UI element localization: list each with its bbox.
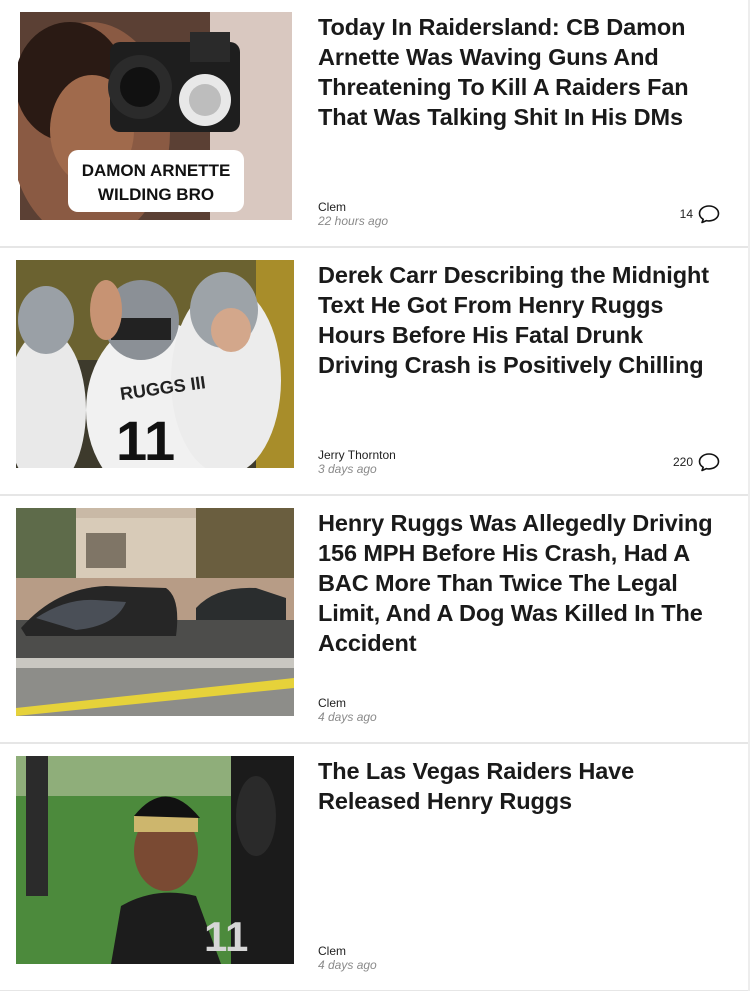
article-author[interactable]: Clem [318, 944, 377, 958]
thumb-caption-line2: WILDING BRO [98, 185, 214, 204]
article-headline[interactable]: The Las Vegas Raiders Have Released Henr… [318, 756, 728, 816]
article-thumbnail[interactable]: 11 [16, 756, 294, 964]
article-time: 22 hours ago [318, 214, 389, 228]
jersey-number: 11 [116, 409, 175, 468]
article-headline[interactable]: Derek Carr Describing the Midnight Text … [318, 260, 728, 380]
article-feed: DAMON ARNETTE WILDING BRO Today In Raide… [0, 0, 750, 991]
article-card[interactable]: 11 The Las Vegas Raiders Have Released H… [0, 744, 748, 991]
article-thumbnail[interactable]: DAMON ARNETTE WILDING BRO [18, 12, 292, 220]
thumbnail-image: 11 [16, 756, 294, 964]
article-thumbnail[interactable]: RUGGS III 11 [16, 260, 294, 468]
article-card[interactable]: Henry Ruggs Was Allegedly Driving 156 MP… [0, 496, 748, 744]
jersey-number: 11 [204, 913, 248, 960]
article-headline[interactable]: Henry Ruggs Was Allegedly Driving 156 MP… [318, 508, 728, 658]
comments-link[interactable]: 220 [673, 452, 720, 472]
article-author[interactable]: Clem [318, 696, 377, 710]
thumbnail-image: DAMON ARNETTE WILDING BRO [18, 12, 292, 220]
article-meta: Clem 4 days ago [318, 696, 377, 724]
article-headline[interactable]: Today In Raidersland: CB Damon Arnette W… [318, 12, 728, 132]
article-time: 4 days ago [318, 710, 377, 724]
comment-bubble-icon [698, 204, 720, 224]
thumbnail-image: RUGGS III 11 [16, 260, 294, 468]
comment-count: 14 [679, 207, 693, 221]
article-time: 3 days ago [318, 462, 377, 476]
article-author[interactable]: Clem [318, 200, 388, 214]
article-meta: Jerry Thornton 3 days ago [318, 448, 396, 476]
comment-count: 220 [672, 455, 693, 469]
thumbnail-image [16, 508, 294, 716]
article-thumbnail[interactable] [16, 508, 294, 716]
article-meta: Clem 22 hours ago [318, 200, 388, 228]
article-author[interactable]: Jerry Thornton [318, 448, 396, 462]
thumb-caption-line1: DAMON ARNETTE [82, 161, 231, 180]
article-card[interactable]: RUGGS III 11 Derek Carr Describing the M… [0, 248, 748, 496]
article-time: 4 days ago [318, 958, 377, 972]
article-meta: Clem 4 days ago [318, 944, 377, 972]
comment-bubble-icon [698, 452, 720, 472]
comments-link[interactable]: 14 [680, 204, 720, 224]
article-card[interactable]: DAMON ARNETTE WILDING BRO Today In Raide… [0, 0, 748, 248]
